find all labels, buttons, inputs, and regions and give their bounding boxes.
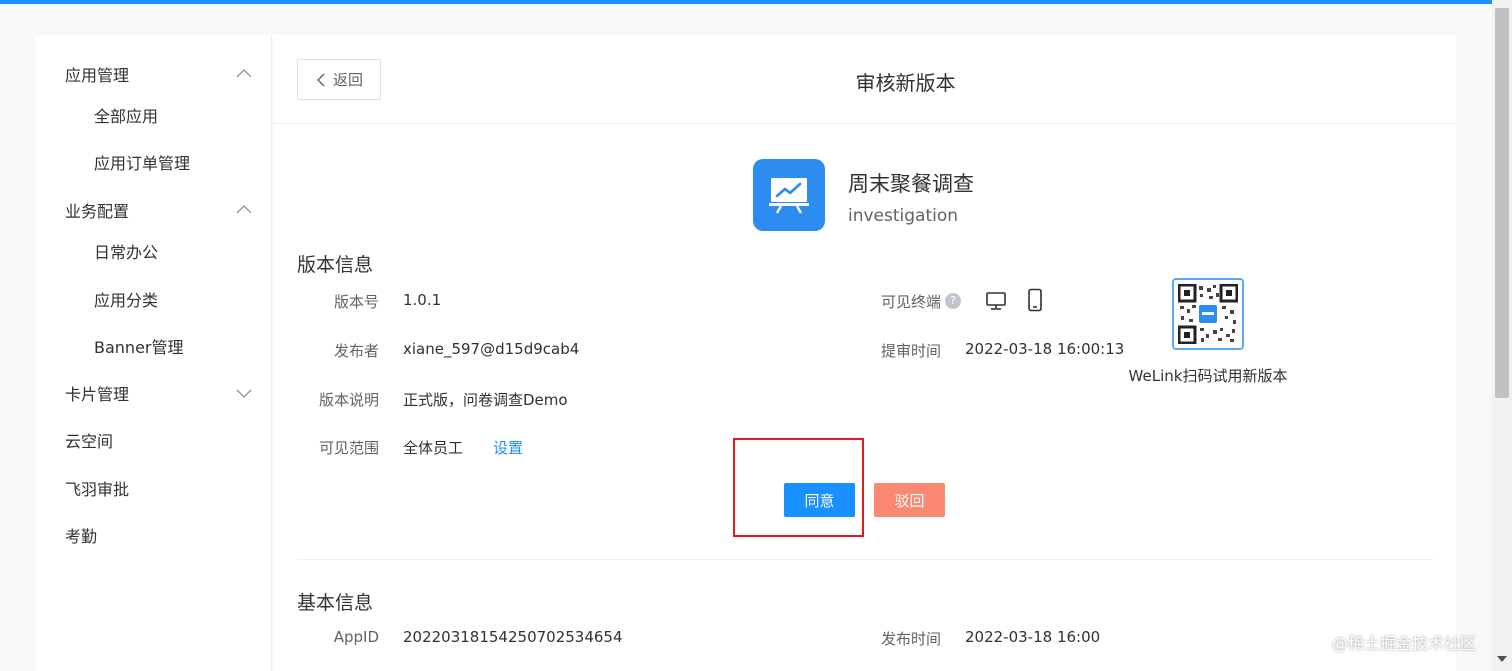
sidebar-item-label: 飞羽审批 bbox=[65, 480, 130, 499]
sidebar-group-label: 应用管理 bbox=[65, 66, 130, 85]
desktop-icon bbox=[986, 292, 1006, 310]
sidebar-group-business-config[interactable]: 业务配置 bbox=[36, 192, 272, 228]
presentation-chart-icon bbox=[769, 178, 809, 214]
sidebar-group-label: 业务配置 bbox=[65, 202, 130, 221]
version-label: 版本号 bbox=[333, 293, 379, 311]
sidebar-item-daily-office[interactable]: 日常办公 bbox=[36, 233, 272, 269]
sidebar-group-label: 卡片管理 bbox=[65, 385, 130, 404]
publish-time-value: 2022-03-18 16:00 bbox=[965, 628, 1101, 646]
version-info-title: 版本信息 bbox=[297, 254, 374, 276]
highlight-box bbox=[733, 438, 864, 537]
help-icon[interactable]: ? bbox=[945, 293, 961, 309]
scroll-down-arrow-icon[interactable] bbox=[1497, 656, 1507, 662]
sidebar-item-cloud-space[interactable]: 云空间 bbox=[36, 422, 272, 458]
reject-button[interactable]: 驳回 bbox=[874, 483, 945, 517]
scrollbar-thumb[interactable] bbox=[1495, 8, 1509, 398]
qr-code-icon bbox=[1177, 283, 1239, 345]
page-title: 审核新版本 bbox=[855, 71, 956, 95]
publisher-label: 发布者 bbox=[333, 342, 379, 360]
main-header: 返回 审核新版本 bbox=[273, 35, 1456, 124]
sidebar-item-label: 全部应用 bbox=[94, 107, 159, 126]
main-panel: 返回 审核新版本 周末聚餐调查 investigation 版本信息 版本号 1… bbox=[273, 35, 1456, 671]
submit-time-label: 提审时间 bbox=[880, 342, 941, 360]
top-accent-bar bbox=[0, 0, 1512, 4]
appid-label: AppID bbox=[333, 628, 379, 646]
scope-value: 全体员工 bbox=[403, 439, 464, 457]
sidebar: 应用管理 全部应用 应用订单管理 业务配置 日常办公 应用分类 Banner管理… bbox=[36, 35, 272, 671]
sidebar-item-attendance[interactable]: 考勤 bbox=[36, 517, 272, 553]
sidebar-item-approval[interactable]: 飞羽审批 bbox=[36, 470, 272, 506]
sidebar-item-app-category[interactable]: 应用分类 bbox=[36, 281, 272, 317]
sidebar-item-label: Banner管理 bbox=[94, 338, 184, 357]
app-name: 周末聚餐调查 bbox=[848, 172, 974, 196]
appid-value: 20220318154250702534654 bbox=[403, 628, 623, 646]
qr-caption: WeLink扫码试用新版本 bbox=[1128, 367, 1288, 385]
terminal-label: 可见终端 bbox=[880, 293, 941, 311]
chevron-down-icon bbox=[236, 389, 252, 398]
submit-time-value: 2022-03-18 16:00:13 bbox=[965, 340, 1125, 358]
sidebar-item-app-orders[interactable]: 应用订单管理 bbox=[36, 144, 272, 180]
version-value: 1.0.1 bbox=[403, 291, 442, 309]
scope-settings-link[interactable]: 设置 bbox=[493, 437, 523, 458]
chevron-up-icon bbox=[236, 69, 252, 78]
description-value: 正式版，问卷调查Demo bbox=[403, 391, 568, 409]
publish-time-label: 发布时间 bbox=[880, 630, 941, 648]
app-icon bbox=[753, 159, 825, 231]
basic-info-title: 基本信息 bbox=[297, 592, 374, 614]
chevron-up-icon bbox=[236, 205, 252, 214]
sidebar-group-card-management[interactable]: 卡片管理 bbox=[36, 375, 272, 411]
watermark: @稀土掘金技术社区 bbox=[1332, 634, 1477, 653]
description-label: 版本说明 bbox=[318, 391, 379, 409]
sidebar-item-banner[interactable]: Banner管理 bbox=[36, 328, 272, 364]
sidebar-item-label: 应用订单管理 bbox=[94, 154, 191, 173]
mobile-icon bbox=[1028, 288, 1042, 312]
qr-code bbox=[1172, 278, 1244, 350]
scope-label: 可见范围 bbox=[318, 439, 379, 457]
sidebar-item-label: 云空间 bbox=[65, 432, 114, 451]
publisher-value: xiane_597@d15d9cab4 bbox=[403, 340, 580, 358]
section-divider bbox=[297, 559, 1433, 560]
app-subtitle: investigation bbox=[848, 206, 959, 226]
sidebar-group-app-management[interactable]: 应用管理 bbox=[36, 56, 272, 92]
sidebar-item-label: 考勤 bbox=[65, 527, 98, 546]
sidebar-item-label: 日常办公 bbox=[94, 243, 159, 262]
sidebar-item-all-apps[interactable]: 全部应用 bbox=[36, 97, 272, 133]
sidebar-item-label: 应用分类 bbox=[94, 291, 159, 310]
